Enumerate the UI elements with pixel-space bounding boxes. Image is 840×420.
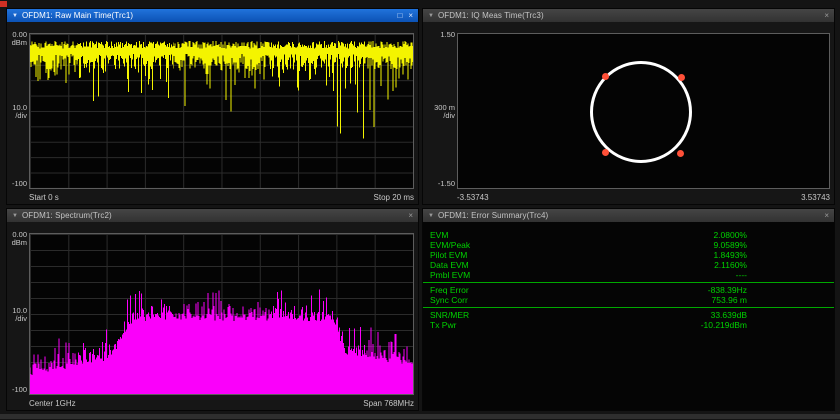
spectrum-x-labels: Center 1GHz Span 768MHz: [29, 399, 414, 408]
spectrum-y-mid-label: 10.0/div: [7, 307, 27, 323]
window-menu-triangle-icon[interactable]: ▼: [12, 13, 18, 19]
iq-y-mid-label: 300 m/div: [423, 104, 455, 120]
panel-raw-main-time: ▼ OFDM1: Raw Main Time(Trc1) □ × 0.00dBm…: [6, 8, 419, 205]
constellation-point: [678, 74, 685, 81]
iq-titlebar[interactable]: ▼ OFDM1: IQ Meas Time(Trc3) ×: [423, 9, 834, 22]
constellation-point: [677, 150, 684, 157]
table-separator: [423, 307, 834, 308]
raw-time-titlebar[interactable]: ▼ OFDM1: Raw Main Time(Trc1) □ ×: [7, 9, 418, 22]
close-icon[interactable]: ×: [408, 12, 413, 20]
error-summary-table: EVM 2.0800% EVM/Peak 9.0589% Pilot EVM 1…: [423, 222, 834, 410]
iq-y-bottom-label: -1.50: [423, 180, 455, 188]
iq-body: 1.50 300 m/div -1.50 -3.53743 3.53743: [423, 22, 834, 204]
table-separator: [423, 282, 834, 283]
error-summary-title: OFDM1: Error Summary(Trc4): [438, 211, 820, 220]
stop-label: Stop 20 ms: [374, 193, 414, 202]
record-indicator: [0, 1, 7, 7]
panel-iq-meas-time: ▼ OFDM1: IQ Meas Time(Trc3) × 1.50 300 m…: [422, 8, 835, 205]
raw-time-title: OFDM1: Raw Main Time(Trc1): [22, 11, 394, 20]
raw-time-x-labels: Start 0 s Stop 20 ms: [29, 193, 414, 202]
raw-time-y-top-label: 0.00dBm: [7, 31, 27, 47]
spectrum-plot-area[interactable]: [29, 233, 414, 395]
table-row: Freq Error -838.39Hz: [423, 285, 834, 295]
window-menu-triangle-icon[interactable]: ▼: [12, 213, 18, 219]
spectrum-title: OFDM1: Spectrum(Trc2): [22, 211, 404, 220]
error-summary-titlebar[interactable]: ▼ OFDM1: Error Summary(Trc4) ×: [423, 209, 834, 222]
spectrum-titlebar[interactable]: ▼ OFDM1: Spectrum(Trc2) ×: [7, 209, 418, 222]
span-label: Span 768MHz: [363, 399, 414, 408]
close-icon[interactable]: ×: [824, 12, 829, 20]
iq-y-top-label: 1.50: [423, 31, 455, 39]
table-row: Pilot EVM 1.8493%: [423, 250, 834, 260]
close-icon[interactable]: ×: [824, 212, 829, 220]
spectrum-y-bottom-label: -100: [7, 386, 27, 394]
iq-x-labels: -3.53743 3.53743: [457, 193, 830, 202]
window-menu-triangle-icon[interactable]: ▼: [428, 13, 434, 19]
table-row: EVM/Peak 9.0589%: [423, 240, 834, 250]
panel-spectrum: ▼ OFDM1: Spectrum(Trc2) × 0.00dBm 10.0/d…: [6, 208, 419, 411]
close-icon[interactable]: ×: [408, 212, 413, 220]
iq-plot-area[interactable]: [457, 33, 830, 189]
raw-time-trace: [30, 34, 413, 188]
analyzer-multiview-window: ▼ OFDM1: Raw Main Time(Trc1) □ × 0.00dBm…: [0, 0, 840, 420]
table-row: Tx Pwr -10.219dBm: [423, 320, 834, 330]
table-row: SNR/MER 33.639dB: [423, 310, 834, 320]
window-menu-triangle-icon[interactable]: ▼: [428, 213, 434, 219]
spectrum-trace: [30, 234, 413, 394]
maximize-icon[interactable]: □: [397, 12, 402, 20]
table-row: Data EVM 2.1160%: [423, 260, 834, 270]
panel-error-summary: ▼ OFDM1: Error Summary(Trc4) × EVM 2.080…: [422, 208, 835, 411]
table-row: Sync Corr 753.96 m: [423, 295, 834, 305]
x-max-label: 3.53743: [801, 193, 830, 202]
raw-time-body: 0.00dBm 10.0/div -100 Start 0 s Stop 20 …: [7, 22, 418, 204]
constellation-point: [602, 149, 609, 156]
table-row: Pmbl EVM ----: [423, 270, 834, 280]
bottom-status-strip: [0, 414, 840, 419]
spectrum-y-top-label: 0.00dBm: [7, 231, 27, 247]
constellation-point: [602, 73, 609, 80]
start-label: Start 0 s: [29, 193, 59, 202]
raw-time-y-bottom-label: -100: [7, 180, 27, 188]
raw-time-plot-area[interactable]: [29, 33, 414, 189]
table-row: EVM 2.0800%: [423, 230, 834, 240]
x-min-label: -3.53743: [457, 193, 489, 202]
center-freq-label: Center 1GHz: [29, 399, 76, 408]
raw-time-y-mid-label: 10.0/div: [7, 104, 27, 120]
spectrum-body: 0.00dBm 10.0/div -100 Center 1GHz Span 7…: [7, 222, 418, 410]
iq-title: OFDM1: IQ Meas Time(Trc3): [438, 11, 820, 20]
